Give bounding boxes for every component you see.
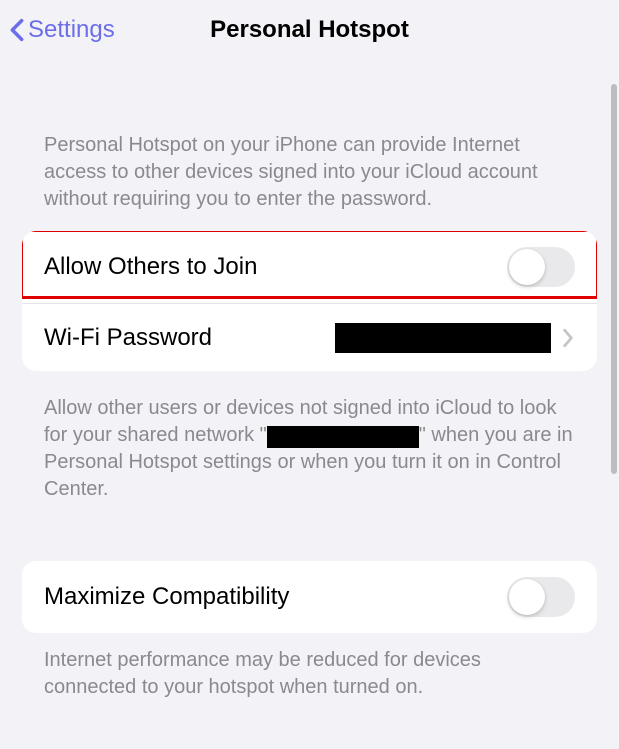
section-header-text: Personal Hotspot on your iPhone can prov… bbox=[0, 132, 619, 213]
row-label: Wi-Fi Password bbox=[44, 324, 212, 352]
settings-group-sharing: Allow Others to Join Wi-Fi Password bbox=[22, 231, 597, 371]
toggle-knob bbox=[509, 249, 545, 285]
row-maximize-compatibility[interactable]: Maximize Compatibility bbox=[22, 561, 597, 633]
chevron-left-icon bbox=[8, 16, 26, 44]
chevron-right-icon bbox=[561, 326, 575, 350]
toggle-maximize-compatibility[interactable] bbox=[507, 577, 575, 617]
row-allow-others-to-join[interactable]: Allow Others to Join bbox=[22, 231, 597, 303]
section-footer-text: Allow other users or devices not signed … bbox=[0, 395, 619, 503]
navigation-bar: Settings Personal Hotspot bbox=[0, 0, 619, 60]
row-wifi-password[interactable]: Wi-Fi Password bbox=[22, 303, 597, 371]
back-label: Settings bbox=[28, 16, 115, 44]
row-label: Maximize Compatibility bbox=[44, 583, 289, 611]
toggle-knob bbox=[509, 579, 545, 615]
row-label: Allow Others to Join bbox=[44, 253, 257, 281]
network-name-redacted bbox=[267, 426, 419, 448]
toggle-allow-others[interactable] bbox=[507, 247, 575, 287]
section-footer-text: Internet performance may be reduced for … bbox=[0, 647, 619, 701]
settings-group-compatibility: Maximize Compatibility bbox=[22, 561, 597, 633]
back-button[interactable]: Settings bbox=[8, 16, 115, 44]
scrollbar[interactable] bbox=[611, 84, 617, 474]
wifi-password-value-redacted bbox=[335, 323, 551, 353]
row-value-container bbox=[335, 323, 575, 353]
